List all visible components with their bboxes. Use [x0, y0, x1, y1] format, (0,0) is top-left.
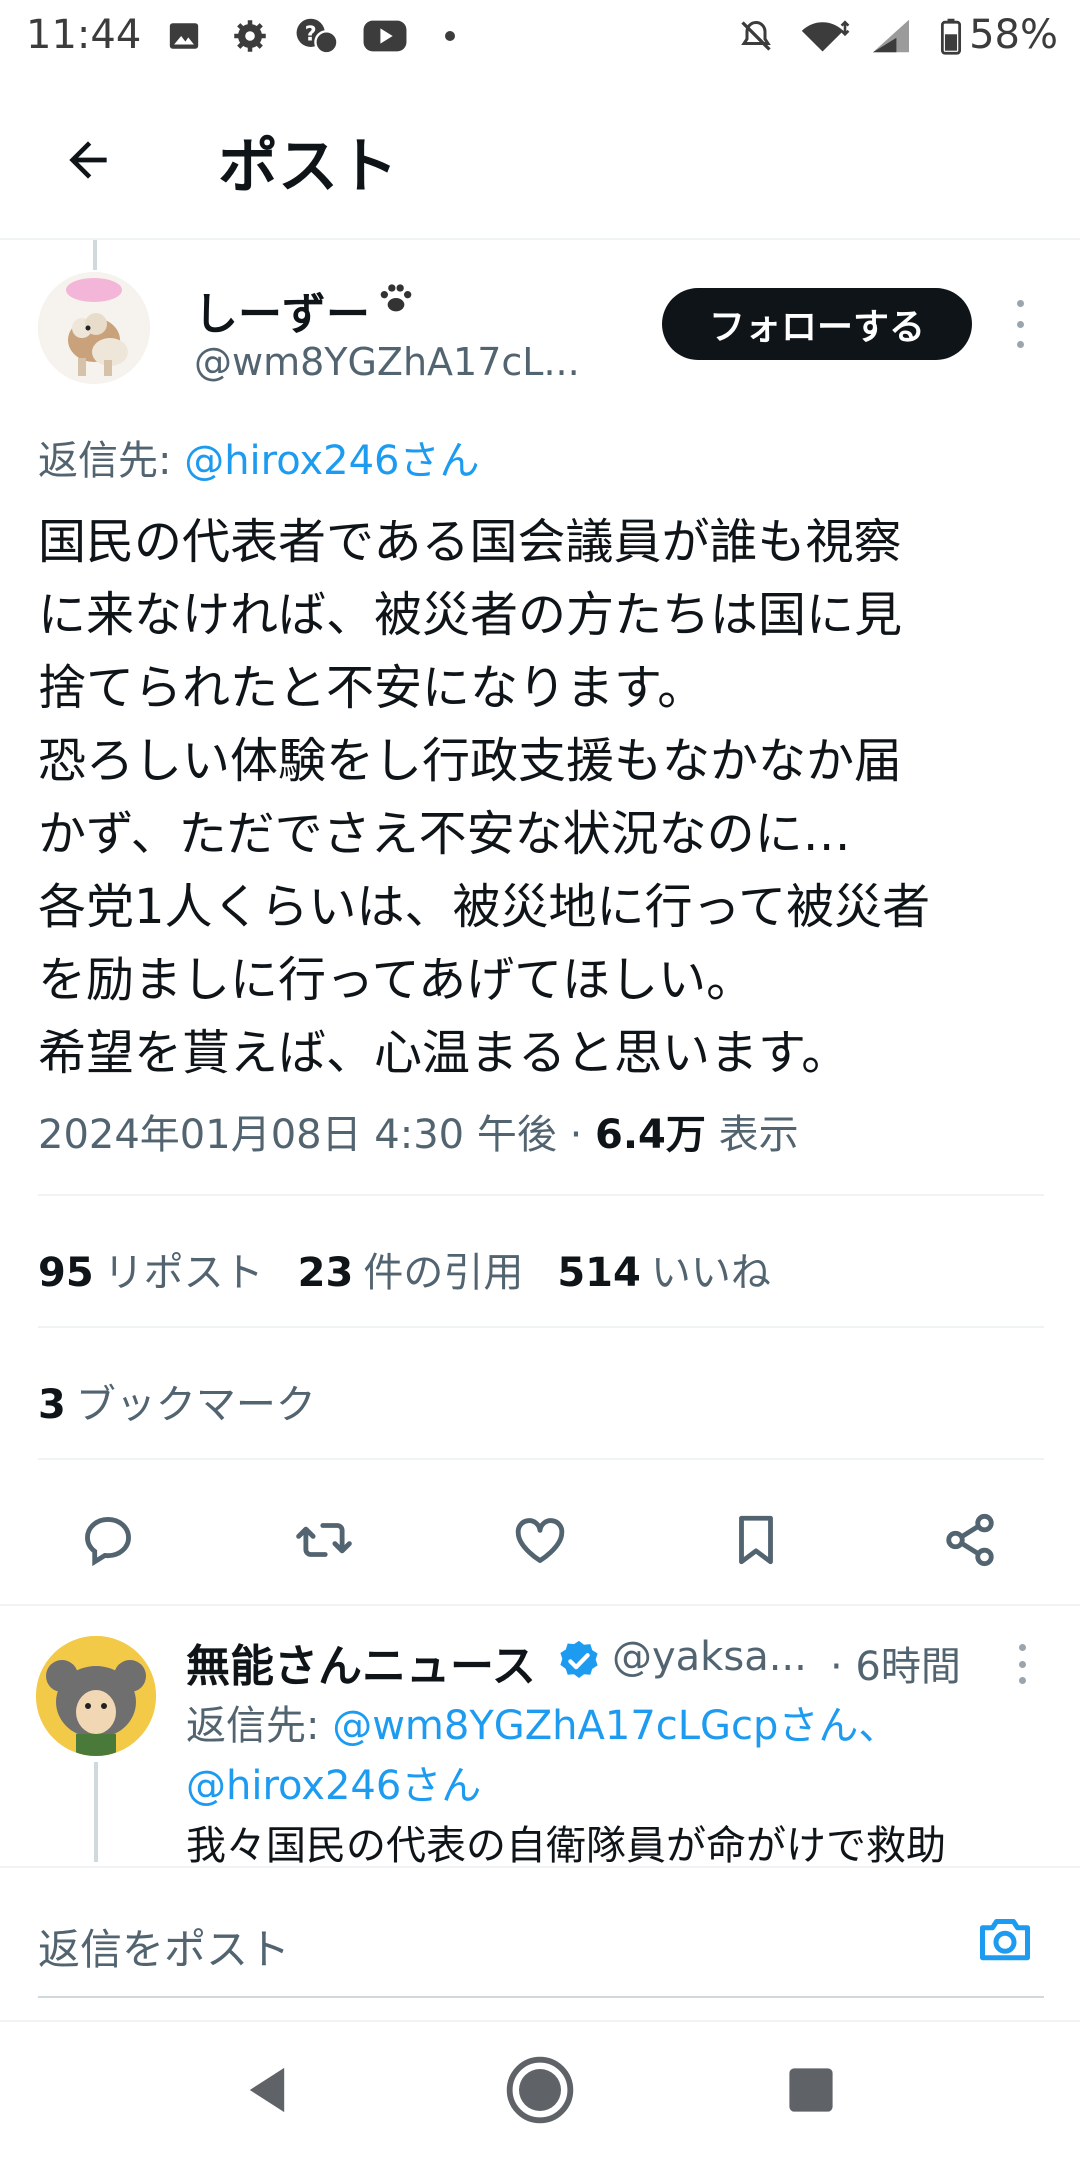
reply-more-button[interactable] — [1004, 1644, 1040, 1684]
like-button[interactable] — [500, 1500, 580, 1580]
notification-dot-icon — [440, 14, 460, 58]
reply-author-name[interactable]: 無能さんニュース — [186, 1630, 536, 1694]
bookmark-icon — [739, 1515, 773, 1565]
reply-time: · 6時間 — [830, 1644, 961, 1690]
views-label: 表示 — [718, 1112, 799, 1158]
share-icon — [946, 1513, 994, 1567]
heart-icon — [515, 1518, 565, 1563]
thread-connector — [93, 240, 97, 270]
author-handle: @wm8YGZhA17cL... — [194, 340, 580, 384]
camera-button[interactable] — [972, 1906, 1038, 1972]
follow-button[interactable]: フォローする — [662, 288, 972, 360]
bookmarks-stat[interactable]: 3 ブックマーク — [38, 1372, 316, 1430]
circle-home-icon — [506, 2056, 574, 2124]
reply-avatar[interactable] — [36, 1636, 156, 1756]
divider — [38, 1458, 1044, 1460]
back-button[interactable] — [48, 120, 128, 200]
divider — [0, 1604, 1080, 1606]
page-title: ポスト — [218, 132, 398, 202]
square-recents-icon — [789, 2068, 833, 2112]
settings-gear-icon — [228, 14, 272, 58]
repost-icon — [296, 1523, 352, 1557]
reply-to-link[interactable]: @wm8YGZhA17cLGcpさん、 — [332, 1703, 898, 1749]
triangle-back-icon — [249, 2067, 285, 2113]
reply-to-link[interactable]: @hirox246さん — [186, 1763, 481, 1809]
more-vert-icon — [1018, 1644, 1026, 1651]
gallery-icon — [164, 14, 204, 58]
help-chat-icon: ? — [292, 14, 342, 58]
likes-stat[interactable]: 514 いいね — [557, 1250, 771, 1296]
reply-to-link[interactable]: @hirox246さん — [184, 438, 479, 484]
nav-recents-button[interactable] — [756, 2050, 866, 2130]
reply-to-line: 返信先: @hirox246さん — [38, 438, 480, 484]
reply-author-handle: @yaksa... — [612, 1634, 807, 1680]
app-bar — [0, 80, 1080, 240]
status-bar: 11:44 ? 58% — [0, 0, 1080, 72]
input-underline — [38, 1996, 1044, 1998]
cartoon-avatar-icon — [36, 1636, 156, 1756]
engagement-stats: 95 リポスト 23 件の引用 514 いいね — [38, 1240, 805, 1298]
divider — [38, 1194, 1044, 1196]
reposts-stat[interactable]: 95 リポスト — [38, 1250, 264, 1296]
post-text: 国民の代表者である国会議員が誰も視察 に来なければ、被災者の方たちは国に見 捨て… — [38, 514, 931, 1081]
wifi-icon — [796, 14, 856, 58]
avatar[interactable] — [38, 272, 150, 384]
reply-icon — [85, 1517, 131, 1567]
author-name[interactable]: しーずー — [194, 278, 416, 342]
post-timestamp: 2024年01月08日 4:30 午後 — [38, 1112, 557, 1158]
thread-connector — [94, 1762, 98, 1862]
arrow-left-icon — [69, 141, 107, 179]
reply-input[interactable]: 返信をポスト — [38, 1916, 290, 1977]
nav-back-button[interactable] — [212, 2050, 322, 2130]
reply-button[interactable] — [68, 1500, 148, 1580]
nav-home-button[interactable] — [485, 2050, 595, 2130]
reply-to-line: 返信先: @wm8YGZhA17cLGcpさん、 @hirox246さん — [186, 1703, 899, 1809]
reply-text: 我々国民の代表の自衛隊員が命がけで救助 — [186, 1823, 946, 1866]
dog-avatar-icon — [38, 272, 150, 384]
signal-icon — [866, 14, 916, 58]
bookmark-button[interactable] — [716, 1500, 796, 1580]
battery-percent: 58% — [969, 12, 1058, 58]
more-vert-icon — [1016, 300, 1024, 307]
status-time: 11:44 — [26, 12, 142, 58]
verified-badge-icon — [556, 1638, 602, 1684]
battery-icon — [936, 14, 966, 58]
repost-button[interactable] — [284, 1500, 364, 1580]
silent-bell-icon — [734, 14, 778, 58]
youtube-icon — [360, 14, 410, 58]
quotes-stat[interactable]: 23 件の引用 — [298, 1250, 524, 1296]
divider — [38, 1326, 1044, 1328]
post-meta: 2024年01月08日 4:30 午後 · 6.4万 表示 — [38, 1112, 799, 1158]
views-count: 6.4万 — [595, 1112, 706, 1158]
more-options-button[interactable] — [1002, 300, 1038, 348]
share-button[interactable] — [930, 1500, 1010, 1580]
paw-icon — [380, 284, 412, 312]
camera-icon — [980, 1919, 1030, 1961]
